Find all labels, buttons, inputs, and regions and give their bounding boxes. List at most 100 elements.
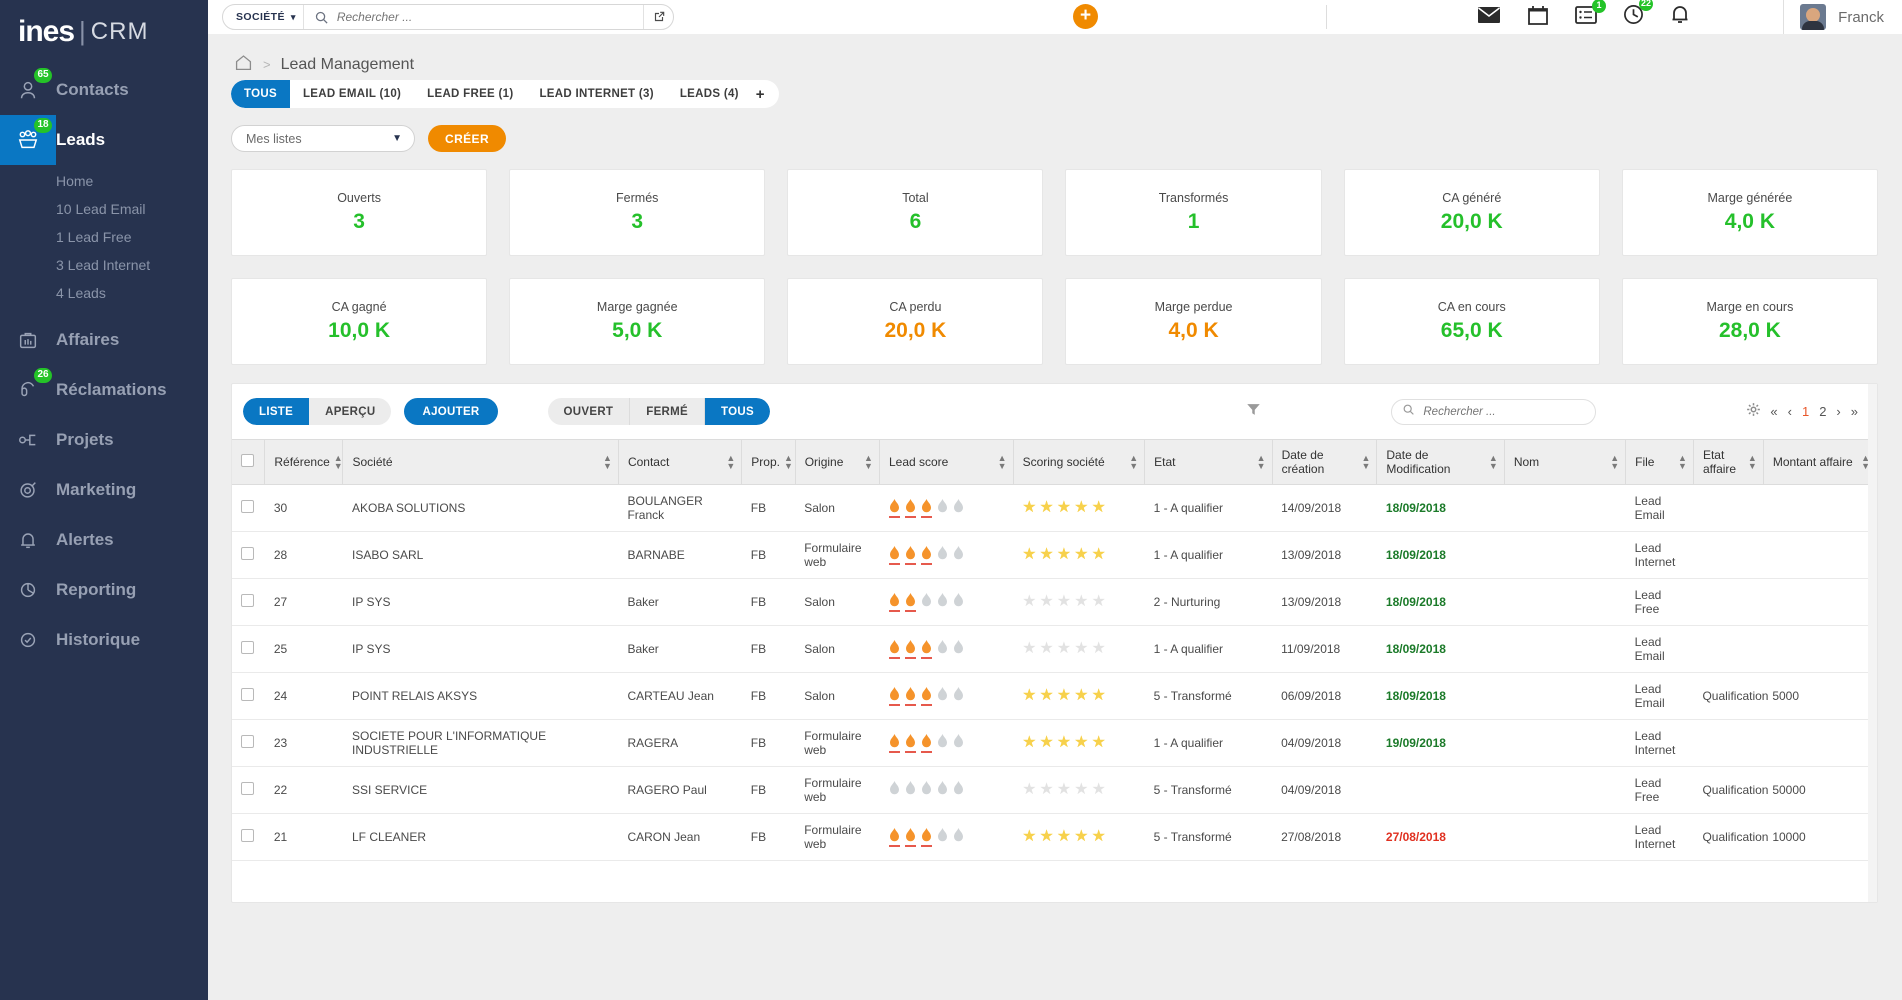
sidebar-subitem-home[interactable]: Home (0, 167, 208, 195)
lead-score-flames[interactable] (888, 780, 1007, 800)
col-nom[interactable]: Nom ▲ ▼ (1504, 439, 1627, 485)
scoring-stars[interactable]: ★ ★ ★ ★ ★ (1022, 735, 1139, 751)
table-row[interactable]: 21 LF CLEANER CARON Jean FB Formulaire web ★ ★… (232, 813, 1877, 861)
page-first[interactable]: « (1770, 404, 1778, 419)
col-prop[interactable]: Prop. ▲ ▼ (741, 439, 796, 485)
col-reference[interactable]: Référence ▲ ▼ (264, 439, 344, 485)
select-all-checkbox[interactable] (241, 454, 254, 467)
calendar-icon[interactable] (1527, 5, 1549, 30)
global-search-input[interactable] (336, 10, 643, 24)
scoring-stars[interactable]: ★ ★ ★ ★ ★ (1022, 594, 1139, 610)
sidebar-subitem-lead-email[interactable]: 10 Lead Email (0, 195, 208, 223)
scoring-stars[interactable]: ★ ★ ★ ★ ★ (1022, 500, 1139, 516)
col-scoring-societe[interactable]: Scoring société ▲ ▼ (1013, 439, 1146, 485)
mail-icon[interactable] (1477, 6, 1501, 29)
sidebar-item-historique[interactable]: Historique (0, 615, 208, 665)
page-1[interactable]: 1 (1802, 404, 1810, 419)
create-button[interactable]: CRÉER (428, 125, 507, 152)
table-row[interactable]: 24 POINT RELAIS AKSYS CARTEAU Jean FB Salon ★… (232, 672, 1877, 720)
table-scrollbar[interactable] (1868, 384, 1877, 902)
gear-icon[interactable] (1746, 402, 1761, 422)
row-checkbox[interactable] (241, 500, 254, 513)
row-checkbox[interactable] (241, 641, 254, 654)
lead-score-flames[interactable] (888, 827, 1007, 847)
table-row[interactable]: 23 SOCIETE POUR L'INFORMATIQUE INDUSTRIEL… (232, 719, 1877, 767)
clock-icon[interactable]: 22 (1623, 0, 1653, 30)
home-icon[interactable] (234, 53, 253, 77)
tab-leads[interactable]: LEADS (4) (667, 80, 752, 108)
table-row[interactable]: 28 ISABO SARL BARNABE FB Formulaire web ★ ★ ★ ★ ★… (232, 531, 1877, 579)
lead-score-flames[interactable] (888, 545, 1007, 565)
lead-score-flames[interactable] (888, 498, 1007, 518)
sidebar-item-alertes[interactable]: Alertes (0, 515, 208, 565)
sidebar-subitem-lead-free[interactable]: 1 Lead Free (0, 223, 208, 251)
table-search[interactable] (1391, 398, 1597, 425)
tasks-icon[interactable]: 1 (1575, 0, 1606, 29)
sidebar-subitem-lead-internet[interactable]: 3 Lead Internet (0, 251, 208, 279)
lead-score-flames[interactable] (888, 686, 1007, 706)
add-tab-icon[interactable]: + (752, 86, 779, 103)
row-checkbox[interactable] (241, 547, 254, 560)
row-checkbox[interactable] (241, 782, 254, 795)
col-origine[interactable]: Origine ▲ ▼ (795, 439, 880, 485)
col-date-modification[interactable]: Date de Modification ▲ ▼ (1376, 439, 1505, 485)
sidebar-item-reporting[interactable]: Reporting (0, 565, 208, 615)
col-etat[interactable]: Etat ▲ ▼ (1144, 439, 1273, 485)
scoring-stars[interactable]: ★ ★ ★ ★ ★ (1022, 547, 1139, 563)
scoring-stars[interactable]: ★ ★ ★ ★ ★ (1022, 641, 1139, 657)
scoring-stars[interactable]: ★ ★ ★ ★ ★ (1022, 782, 1139, 798)
brand-logo[interactable]: ines | CRM (0, 0, 208, 65)
scoring-stars[interactable]: ★ ★ ★ ★ ★ (1022, 829, 1139, 845)
table-search-input[interactable] (1423, 405, 1586, 418)
row-checkbox[interactable] (241, 594, 254, 607)
sidebar-item-affaires[interactable]: Affaires (0, 315, 208, 365)
table-row[interactable]: 30 AKOBA SOLUTIONS BOULANGER Franck FB Salon… (232, 484, 1877, 532)
leads-toolbar: LISTE APERÇU AJOUTER OUVERT FERMÉ TOUS R… (232, 384, 1877, 439)
bell-icon[interactable] (1670, 4, 1690, 30)
view-mode-liste[interactable]: LISTE (243, 398, 310, 425)
scoring-stars[interactable]: ★ ★ ★ ★ ★ (1022, 688, 1139, 704)
lead-score-flames[interactable] (888, 639, 1007, 659)
col-date-creation[interactable]: Date de création ▲ ▼ (1272, 439, 1378, 485)
col-file[interactable]: File ▲ ▼ (1625, 439, 1694, 485)
sidebar-item-marketing[interactable]: Marketing (0, 465, 208, 515)
row-checkbox[interactable] (241, 735, 254, 748)
status-filter-ferme[interactable]: FERMÉ (630, 398, 706, 425)
row-checkbox[interactable] (241, 688, 254, 701)
sidebar-item-contacts[interactable]: 65 Contacts (0, 65, 208, 115)
page-last[interactable]: » (1851, 404, 1859, 419)
col-contact[interactable]: Contact ▲ ▼ (618, 439, 743, 485)
col-societe[interactable]: Société ▲ ▼ (342, 439, 619, 485)
user-menu[interactable]: Franck (1783, 0, 1902, 34)
sidebar-subitem-leads[interactable]: 4 Leads (0, 279, 208, 307)
col-montant-affaire[interactable]: Montant affaire ▲ ▼ (1763, 439, 1877, 485)
page-2[interactable]: 2 (1819, 404, 1827, 419)
status-filter-tous[interactable]: TOUS (705, 398, 770, 425)
sidebar-item-leads[interactable]: 18 Leads (0, 115, 208, 165)
sidebar-item-reclamations[interactable]: 26 Réclamations (0, 365, 208, 415)
table-row[interactable]: 27 IP SYS Baker FB Salon ★ ★ ★ ★ ★ 2 - Nurturing 13… (232, 578, 1877, 626)
tab-lead-internet[interactable]: LEAD INTERNET (3) (526, 80, 666, 108)
lead-score-flames[interactable] (888, 733, 1007, 753)
table-row[interactable]: 22 SSI SERVICE RAGERO Paul FB Formulaire web… (232, 766, 1877, 814)
tab-tous[interactable]: TOUS (231, 80, 290, 108)
external-link-icon[interactable] (643, 5, 673, 29)
page-next[interactable]: › (1836, 404, 1841, 419)
sidebar-item-projets[interactable]: Projets (0, 415, 208, 465)
tab-lead-email[interactable]: LEAD EMAIL (10) (290, 80, 414, 108)
list-select[interactable]: Mes listes ▼ (231, 125, 415, 152)
status-filter-ouvert[interactable]: OUVERT (548, 398, 631, 425)
global-search[interactable]: SOCIÉTÉ ▾ (222, 4, 674, 30)
row-checkbox[interactable] (241, 829, 254, 842)
tab-lead-free[interactable]: LEAD FREE (1) (414, 80, 526, 108)
search-scope-selector[interactable]: SOCIÉTÉ ▾ (223, 5, 304, 29)
funnel-icon[interactable] (1246, 402, 1261, 422)
view-mode-apercu[interactable]: APERÇU (309, 398, 391, 425)
col-etat-affaire[interactable]: Etat affaire ▲ ▼ (1693, 439, 1764, 485)
quick-add-button[interactable]: + (1073, 4, 1098, 29)
table-row[interactable]: 25 IP SYS Baker FB Salon ★ ★ ★ ★ ★ 1 - A qualifier… (232, 625, 1877, 673)
add-lead-button[interactable]: AJOUTER (404, 398, 498, 425)
col-lead-score[interactable]: Lead score ▲ ▼ (879, 439, 1014, 485)
page-prev[interactable]: ‹ (1788, 404, 1793, 419)
lead-score-flames[interactable] (888, 592, 1007, 612)
